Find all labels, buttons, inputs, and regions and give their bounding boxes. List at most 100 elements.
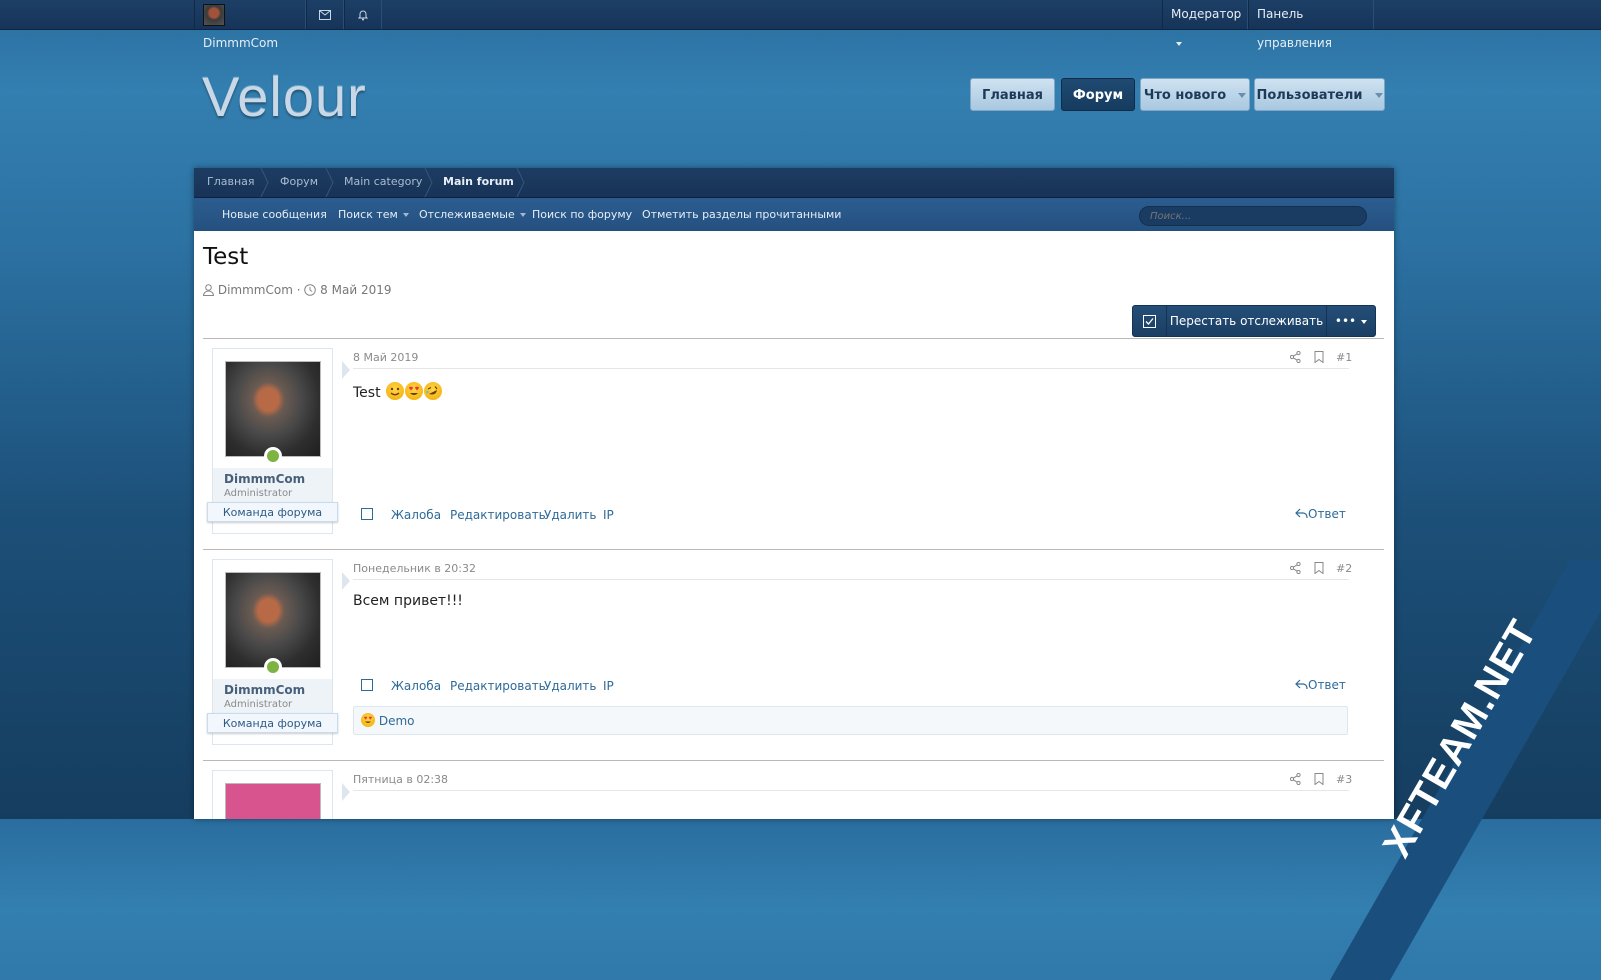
subnav-new-posts[interactable]: Новые сообщения: [222, 198, 327, 231]
post-body: Test: [353, 382, 443, 401]
online-status-icon: [264, 658, 282, 676]
bookmark-icon[interactable]: [1314, 773, 1324, 785]
alerts-button[interactable]: [344, 0, 382, 29]
nav-members[interactable]: Пользователи: [1254, 78, 1385, 111]
avatar[interactable]: [225, 572, 321, 668]
staff-banner: Команда форума: [207, 713, 338, 733]
share-icon[interactable]: [1290, 562, 1301, 574]
checkbox-icon: [361, 679, 373, 691]
reactions-bar[interactable]: Demo: [353, 706, 1348, 735]
avatar[interactable]: [225, 361, 321, 457]
search-input[interactable]: [1139, 206, 1367, 226]
breadcrumb-separator: [260, 168, 269, 197]
reply-icon: [1295, 679, 1308, 689]
edit-link[interactable]: Редактировать: [450, 508, 546, 522]
breadcrumb-main-category[interactable]: Main category: [344, 168, 422, 197]
envelope-icon: [319, 9, 331, 20]
post-date[interactable]: Понедельник в 20:32: [353, 562, 476, 575]
subnav-search-forum[interactable]: Поиск по форуму: [532, 198, 632, 231]
post-username[interactable]: DimmmCom: [224, 683, 305, 697]
breadcrumb-forum[interactable]: Форум: [280, 168, 318, 197]
share-icon[interactable]: [1290, 351, 1301, 363]
delete-link[interactable]: Удалить: [544, 679, 597, 693]
user-icon: [202, 284, 215, 296]
watch-button-group: Перестать отслеживать •••: [1132, 305, 1376, 337]
thread-meta: DimmmCom · 8 Май 2019: [202, 283, 391, 297]
subnav-watched[interactable]: Отслеживаемые: [419, 198, 526, 231]
post-number[interactable]: #1: [1336, 351, 1352, 364]
post-user-title: Administrator: [224, 699, 293, 710]
select-thread-button[interactable]: [1133, 306, 1167, 336]
chevron-down-icon: [1374, 93, 1383, 98]
post-2: DimmmCom Administrator Команда форума По…: [203, 550, 1384, 760]
user-cell-arrow: [342, 361, 350, 379]
content-panel: Главная Форум Main category Main forum Н…: [194, 168, 1394, 819]
post-user-title: Administrator: [224, 488, 293, 499]
reaction-user[interactable]: Demo: [379, 714, 415, 728]
subnav-find-threads[interactable]: Поиск тем: [338, 198, 409, 231]
top-bar: DimmmCom Модератор Панель управления: [0, 0, 1601, 50]
unwatch-button[interactable]: Перестать отслеживать: [1167, 306, 1327, 336]
reply-button[interactable]: Ответ: [1295, 507, 1346, 521]
more-options-button[interactable]: •••: [1327, 306, 1375, 336]
heart-eyes-face-icon: [405, 382, 424, 400]
moderator-label: Модератор: [1171, 7, 1242, 21]
user-cell-arrow: [342, 783, 350, 801]
chevron-down-icon: [1238, 93, 1247, 98]
staff-banner: Команда форума: [207, 502, 338, 522]
post-user-cell: DimmmCom Administrator Команда форума: [207, 559, 350, 745]
post-body-text: Test: [353, 385, 381, 401]
nav-whats-new-label: Что нового: [1143, 88, 1227, 103]
chevron-down-icon: [519, 213, 526, 217]
avatar: [203, 3, 225, 26]
post-username[interactable]: DimmmCom: [224, 472, 305, 486]
sub-navigation: Новые сообщения Поиск тем Отслеживаемые …: [194, 198, 1394, 231]
ip-link[interactable]: IP: [603, 508, 614, 522]
nav-forum[interactable]: Форум: [1061, 78, 1135, 111]
post-date[interactable]: 8 Май 2019: [353, 351, 418, 364]
heart-eyes-face-icon: [361, 713, 375, 727]
breadcrumb-main-forum[interactable]: Main forum: [443, 168, 514, 197]
checkbox-icon: [361, 508, 373, 520]
user-menu[interactable]: DimmmCom: [194, 0, 306, 50]
clock-icon: [304, 284, 317, 296]
user-menu-name: DimmmCom: [203, 36, 279, 50]
post-date[interactable]: Пятница в 02:38: [353, 773, 448, 786]
chevron-down-icon: [1176, 41, 1182, 46]
report-link[interactable]: Жалоба: [391, 508, 441, 522]
avatar[interactable]: [225, 783, 321, 819]
breadcrumb: Главная Форум Main category Main forum: [194, 168, 1394, 198]
post-header-line: [353, 790, 1349, 791]
moderator-menu[interactable]: Модератор: [1162, 0, 1248, 46]
more-options-label: •••: [1334, 314, 1357, 328]
nav-whats-new[interactable]: Что нового: [1140, 78, 1250, 111]
post-user-cell: DimmmCom Administrator Команда форума: [207, 348, 350, 534]
admin-panel-link[interactable]: Панель управления: [1248, 0, 1374, 50]
bookmark-icon[interactable]: [1314, 351, 1324, 363]
ip-link[interactable]: IP: [603, 679, 614, 693]
breadcrumb-home[interactable]: Главная: [207, 168, 255, 197]
post-user-cell: [212, 770, 350, 819]
bell-icon: [357, 10, 369, 20]
post-body: Всем привет!!!: [353, 593, 463, 609]
nav-home-label: Главная: [982, 88, 1043, 103]
breadcrumb-separator: [325, 168, 334, 197]
report-link[interactable]: Жалоба: [391, 679, 441, 693]
chevron-down-icon: [1361, 319, 1368, 324]
delete-link[interactable]: Удалить: [544, 508, 597, 522]
subnav-mark-read[interactable]: Отметить разделы прочитанными: [642, 198, 841, 231]
rolling-laughing-face-icon: [424, 382, 443, 400]
share-icon[interactable]: [1290, 773, 1301, 785]
thread-title: Test: [203, 244, 249, 270]
post-header-line: [353, 368, 1349, 369]
thread-author[interactable]: DimmmCom: [218, 283, 293, 297]
nav-home[interactable]: Главная: [970, 78, 1055, 111]
breadcrumb-separator: [424, 168, 433, 197]
checkbox-checked-icon: [1143, 315, 1156, 328]
reply-label: Ответ: [1308, 507, 1346, 521]
site-logo[interactable]: Velour: [202, 64, 367, 129]
edit-link[interactable]: Редактировать: [450, 679, 546, 693]
inbox-button[interactable]: [306, 0, 344, 29]
bookmark-icon[interactable]: [1314, 562, 1324, 574]
online-status-icon: [264, 447, 282, 465]
